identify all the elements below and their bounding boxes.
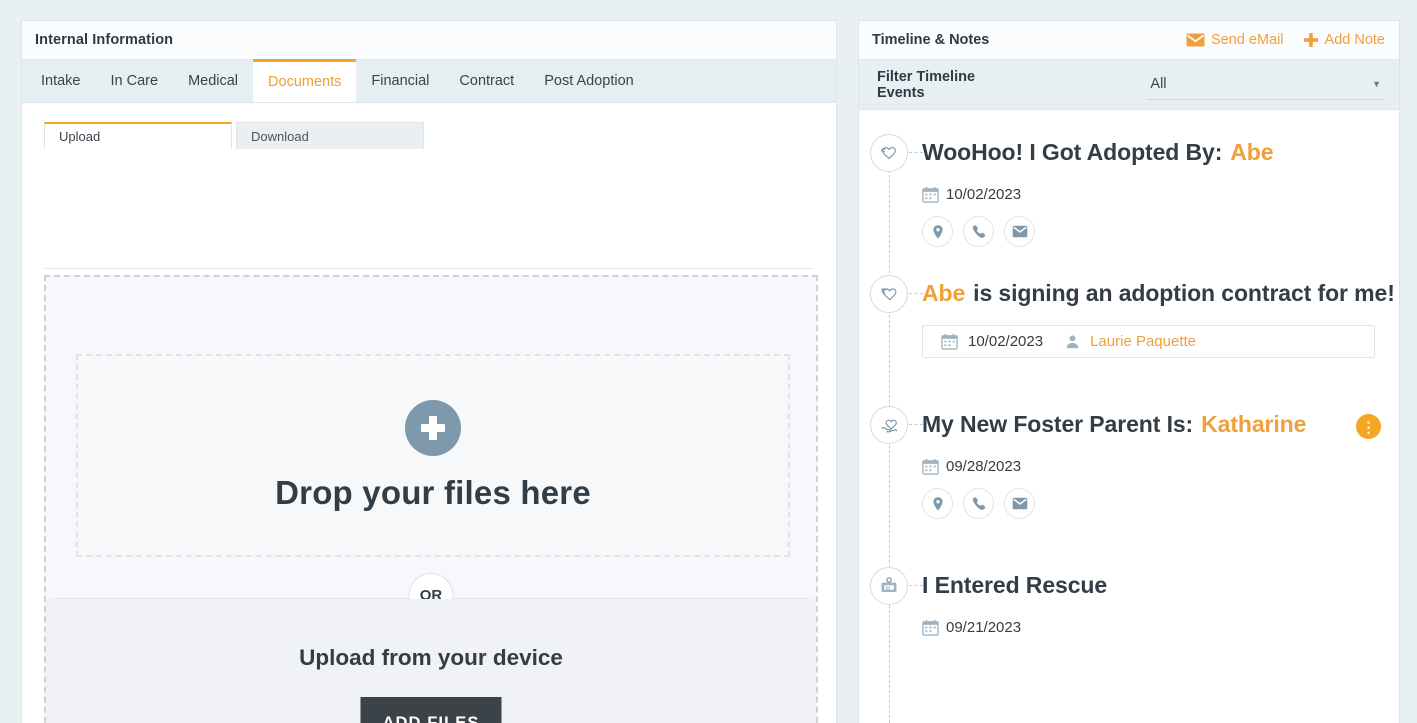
add-note-label: Add Note — [1324, 32, 1385, 48]
timeline-item-connector — [909, 152, 923, 153]
timeline-item-title: Abe is signing an adoption contract for … — [922, 273, 1399, 313]
timeline-item-title-text: My New Foster Parent Is: — [922, 411, 1194, 437]
timeline-item-date: 09/28/2023 — [946, 458, 1022, 475]
timeline-panel-header: Timeline & Notes Send eMail Add Note — [859, 21, 1399, 60]
sub-tab-bar: Upload Download — [22, 103, 836, 149]
timeline-item-title: I Entered Rescue — [922, 565, 1399, 605]
tab-in-care[interactable]: In Care — [96, 60, 174, 102]
timeline-item-title-text: is signing an adoption contract for me! — [973, 280, 1395, 306]
timeline-list: WooHoo! I Got Adopted By: Abe 10/02/2023… — [859, 110, 1399, 723]
app-root: Internal Information Intake In Care Medi… — [0, 0, 1417, 723]
timeline-item-date: 10/02/2023 — [946, 186, 1022, 203]
calendar-icon — [922, 619, 939, 636]
hand-heart-icon — [870, 406, 908, 444]
timeline-item-connector — [909, 585, 923, 586]
send-email-button[interactable]: Send eMail — [1186, 32, 1284, 48]
timeline-item-title-text: I Entered Rescue — [922, 572, 1108, 598]
page-title: Internal Information — [35, 32, 174, 48]
tab-financial[interactable]: Financial — [356, 60, 444, 102]
tab-intake[interactable]: Intake — [26, 60, 96, 102]
sub-tab-divider — [44, 268, 814, 269]
timeline-item-title-accent: Abe — [1230, 139, 1274, 165]
timeline-item-detail-box: 10/02/2023 Laurie Paquette — [922, 325, 1375, 358]
timeline-item-title-accent: Abe — [922, 280, 966, 306]
timeline-item-connector — [909, 424, 923, 425]
id-badge-icon — [870, 567, 908, 605]
add-note-button[interactable]: Add Note — [1303, 32, 1385, 48]
panel-header: Internal Information — [22, 21, 836, 60]
timeline-item: I Entered Rescue 09/21/2023 — [859, 565, 1399, 636]
documents-tab-content: Upload Download Drop your files here OR … — [22, 103, 836, 723]
envelope-icon — [1186, 33, 1205, 47]
filter-timeline-select[interactable]: All ▼ — [1148, 70, 1385, 100]
tab-post-adoption[interactable]: Post Adoption — [529, 60, 649, 102]
send-email-label: Send eMail — [1210, 32, 1284, 48]
timeline-item: My New Foster Parent Is: Katharine ⋮ 09/… — [859, 404, 1399, 519]
envelope-icon[interactable] — [1004, 488, 1035, 519]
file-dropzone-inner[interactable]: Drop your files here — [76, 354, 790, 557]
plus-icon — [1303, 32, 1319, 48]
dropzone-title: Drop your files here — [275, 473, 591, 511]
timeline-item-person[interactable]: Laurie Paquette — [1090, 333, 1196, 350]
filter-timeline-label: Filter Timeline Events — [877, 68, 976, 101]
plus-circle-icon — [405, 399, 461, 456]
chevron-down-icon: ▼ — [1372, 79, 1381, 89]
subtab-download[interactable]: Download — [236, 122, 424, 149]
add-files-button[interactable]: ADD FILES — [360, 697, 502, 723]
location-pin-icon[interactable] — [922, 488, 953, 519]
calendar-icon — [922, 458, 939, 475]
subtab-upload[interactable]: Upload — [44, 122, 232, 149]
filter-timeline-value: All — [1150, 76, 1167, 92]
tab-documents[interactable]: Documents — [253, 59, 357, 102]
timeline-item-date-row: 09/21/2023 — [922, 619, 1399, 636]
phone-icon[interactable] — [963, 488, 994, 519]
heart-refresh-icon — [870, 275, 908, 313]
person-icon — [1065, 334, 1080, 349]
heart-infinity-icon — [870, 134, 908, 172]
tab-contract[interactable]: Contract — [444, 60, 529, 102]
timeline-item-title: WooHoo! I Got Adopted By: Abe — [922, 132, 1399, 172]
timeline-item-title: My New Foster Parent Is: Katharine — [922, 404, 1399, 444]
timeline-item-more-button[interactable]: ⋮ — [1356, 414, 1381, 439]
tab-medical[interactable]: Medical — [173, 60, 253, 102]
timeline-item-date-row: 09/28/2023 — [922, 458, 1399, 475]
phone-icon[interactable] — [963, 216, 994, 247]
timeline-item-date: 09/21/2023 — [946, 619, 1022, 636]
timeline-item-connector — [909, 293, 923, 294]
envelope-icon[interactable] — [1004, 216, 1035, 247]
timeline-item-date: 10/02/2023 — [968, 333, 1044, 350]
timeline-notes-panel: Timeline & Notes Send eMail Add Note Fil… — [858, 20, 1400, 723]
internal-information-panel: Internal Information Intake In Care Medi… — [21, 20, 837, 723]
timeline-item-contacts — [922, 216, 1399, 247]
timeline-item-title-text: WooHoo! I Got Adopted By: — [922, 139, 1223, 165]
calendar-icon — [922, 186, 939, 203]
timeline-panel-actions: Send eMail Add Note — [1186, 32, 1385, 48]
timeline-filter-bar: Filter Timeline Events All ▼ — [859, 60, 1399, 110]
timeline-item: Abe is signing an adoption contract for … — [859, 273, 1399, 358]
file-dropzone[interactable]: Drop your files here OR Upload from your… — [44, 275, 818, 723]
upload-from-device-title: Upload from your device — [299, 645, 563, 670]
tab-bar: Intake In Care Medical Documents Financi… — [22, 59, 836, 103]
location-pin-icon[interactable] — [922, 216, 953, 247]
timeline-panel-title: Timeline & Notes — [872, 32, 990, 48]
timeline-item-title-accent: Katharine — [1201, 411, 1307, 437]
timeline-item-date-row: 10/02/2023 — [922, 186, 1399, 203]
calendar-icon — [941, 333, 958, 350]
timeline-item: WooHoo! I Got Adopted By: Abe 10/02/2023 — [859, 132, 1399, 247]
timeline-item-contacts — [922, 488, 1399, 519]
